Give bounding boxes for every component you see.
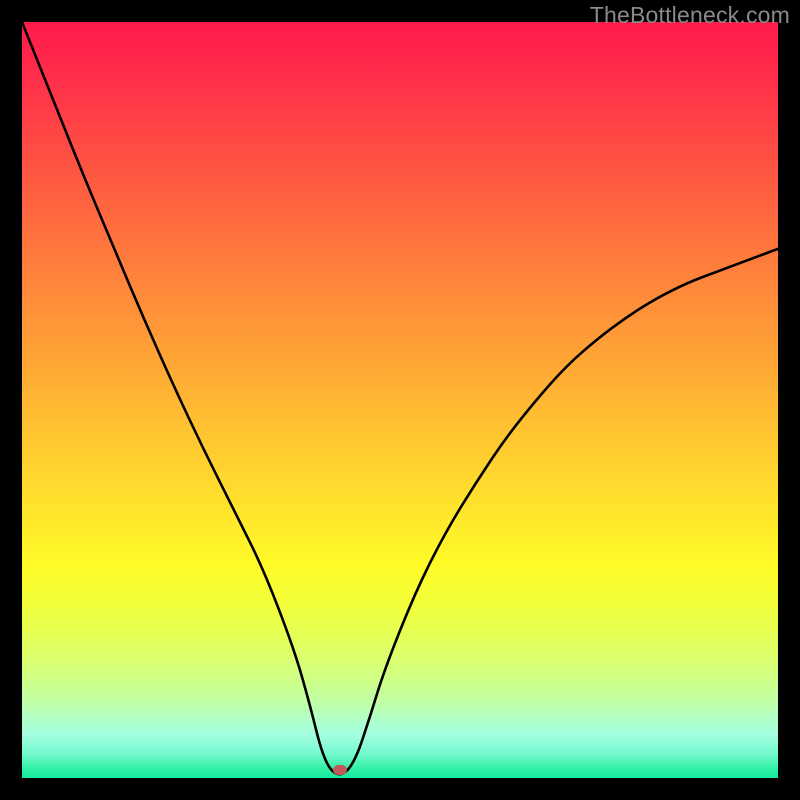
chart-frame: TheBottleneck.com — [0, 0, 800, 800]
curve-path — [22, 22, 778, 774]
minimum-marker — [333, 765, 347, 775]
watermark-text: TheBottleneck.com — [590, 2, 790, 29]
bottleneck-curve — [22, 22, 778, 778]
plot-area — [22, 22, 778, 778]
